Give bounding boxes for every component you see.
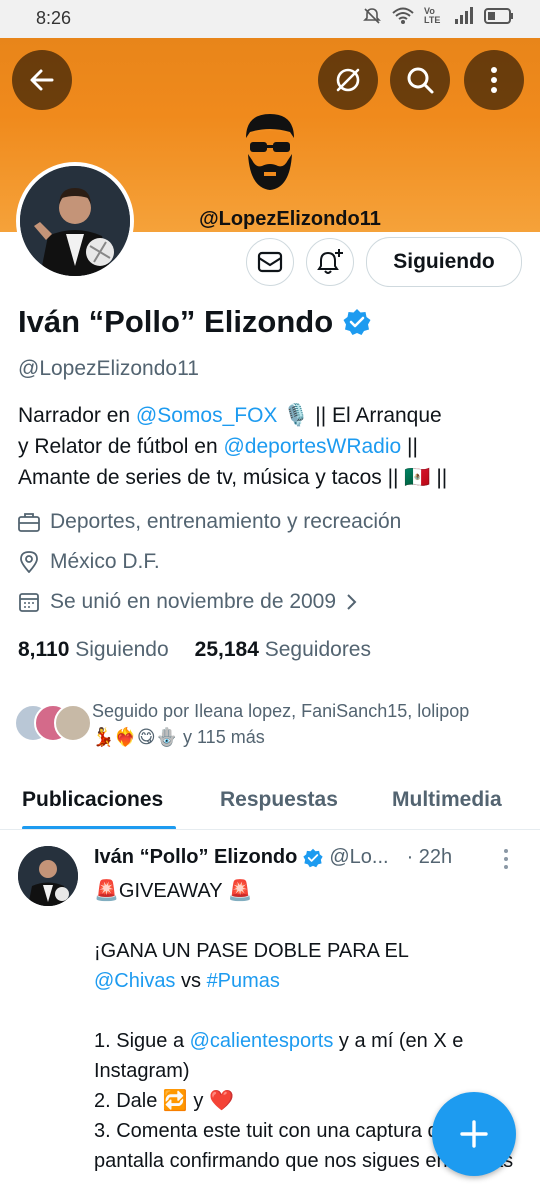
tweet-line: 1. Sigue a <box>94 1030 190 1052</box>
calendar-icon <box>19 593 39 612</box>
volte-label: Vo LTE <box>424 6 441 25</box>
verified-badge-icon <box>343 309 371 335</box>
profile-joined[interactable]: Se unió en noviembre de 2009 <box>18 590 358 614</box>
banner-logo-image <box>246 114 294 190</box>
bio-link-somos-fox[interactable]: @Somos_FOX <box>136 404 278 427</box>
bell-plus-icon <box>317 249 343 274</box>
bio-text: Amante de series de tv, música y tacos |… <box>18 466 448 489</box>
tweet-avatar-photo <box>18 846 78 906</box>
bio-link-deportes-wradio[interactable]: @deportesWRadio <box>223 435 401 458</box>
tab-publicaciones[interactable]: Publicaciones <box>22 788 163 812</box>
bio-text: || <box>401 435 418 458</box>
notifications-button[interactable] <box>306 238 354 286</box>
tweet-line: vs <box>175 970 207 992</box>
followers-count-link[interactable]: 25,184 Seguidores <box>195 638 371 662</box>
more-vertical-icon <box>504 849 508 869</box>
profile-name: Iván “Pollo” Elizondo <box>18 304 334 339</box>
tab-multimedia[interactable]: Multimedia <box>392 788 502 812</box>
tweet-hashtag-pumas[interactable]: #Pumas <box>207 970 280 992</box>
mail-icon <box>257 251 283 273</box>
mute-icon <box>363 8 381 24</box>
followers-count: 25,184 <box>194 638 259 661</box>
following-button[interactable]: Siguiendo <box>366 237 522 287</box>
profile-name-row: Iván “Pollo” Elizondo <box>18 304 371 340</box>
tweet-more-button[interactable] <box>502 848 510 875</box>
grok-button[interactable] <box>318 50 378 110</box>
briefcase-icon <box>18 513 40 532</box>
status-time: 8:26 <box>36 8 72 28</box>
signal-icon <box>455 7 473 24</box>
battery-icon <box>484 8 513 24</box>
bio-text: 🎙️ || El Arranque <box>277 404 442 427</box>
profile-bio: Narrador en @Somos_FOX 🎙️ || El Arranque… <box>18 400 518 493</box>
arrow-left-icon <box>30 69 54 91</box>
tweet-line: 🚨GIVEAWAY 🚨 <box>94 880 253 902</box>
followed-by-text: Seguido por Ileana lopez, FaniSanch15, l… <box>92 701 470 721</box>
tweet-author-name[interactable]: Iván “Pollo” Elizondo <box>94 846 297 869</box>
tweet-header: Iván “Pollo” Elizondo @Lo... · 22h <box>94 846 452 869</box>
follower-avatar <box>54 704 92 742</box>
followers-label: Seguidores <box>264 638 371 661</box>
joined-text: Se unió en noviembre de 2009 <box>50 590 337 613</box>
location-pin-icon <box>20 551 38 573</box>
bio-text: Narrador en <box>18 404 136 427</box>
tweet-author-handle: @Lo... <box>329 846 389 868</box>
back-button[interactable] <box>12 50 72 110</box>
plus-icon <box>460 1120 488 1148</box>
profile-tabs: Publicaciones Respuestas Multimedia <box>0 780 540 830</box>
compose-button[interactable] <box>432 1092 516 1176</box>
search-button[interactable] <box>390 50 450 110</box>
avatar-photo <box>20 166 130 276</box>
chevron-right-icon <box>347 594 357 610</box>
followed-by-more: 💃❤️‍🔥😋🪬 y 115 más <box>92 727 265 747</box>
tweet-line: ¡GANA UN PASE DOBLE PARA EL <box>94 940 409 962</box>
verified-badge-icon <box>303 848 323 867</box>
bio-text: y Relator de fútbol en <box>18 435 224 458</box>
wifi-icon <box>392 7 414 24</box>
followed-by[interactable]: Seguido por Ileana lopez, FaniSanch15, l… <box>14 698 534 754</box>
tweet-time: · 22h <box>406 846 453 868</box>
following-count: 8,110 <box>18 638 70 661</box>
follow-counts: 8,110 Siguiendo 25,184 Seguidores <box>18 638 371 662</box>
message-button[interactable] <box>246 238 294 286</box>
tabs-divider <box>0 829 540 830</box>
tweet-mention-calientesports[interactable]: @calientesports <box>190 1030 334 1052</box>
category-text: Deportes, entrenamiento y recreación <box>50 510 402 533</box>
grok-icon <box>336 68 360 92</box>
profile-location: México D.F. <box>18 550 160 574</box>
location-text: México D.F. <box>50 550 160 573</box>
profile-handle: @LopezElizondo11 <box>18 357 199 380</box>
following-count-link[interactable]: 8,110 Siguiendo <box>18 638 169 662</box>
more-options-button[interactable] <box>464 50 524 110</box>
search-icon <box>407 67 434 94</box>
tweet-avatar[interactable] <box>18 846 78 906</box>
more-vertical-icon <box>491 67 497 93</box>
status-bar: 8:26 Vo LTE <box>0 0 540 38</box>
tweet-mention-chivas[interactable]: @Chivas <box>94 970 175 992</box>
tab-respuestas[interactable]: Respuestas <box>220 788 338 812</box>
following-label: Siguiendo <box>75 638 169 661</box>
profile-category: Deportes, entrenamiento y recreación <box>18 510 401 534</box>
profile-avatar[interactable] <box>16 162 134 280</box>
